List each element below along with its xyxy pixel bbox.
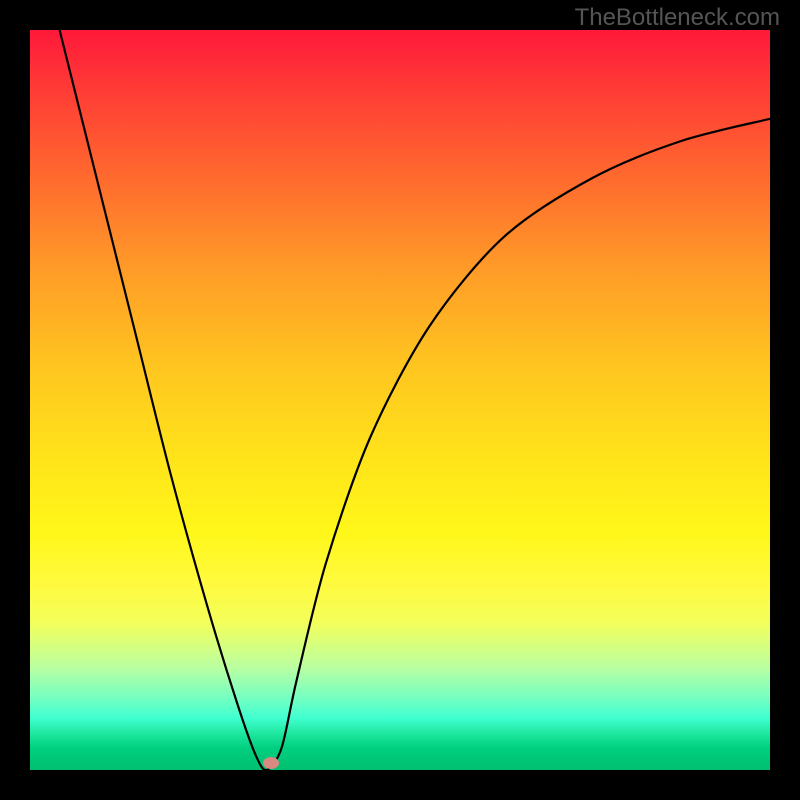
chart-marker-dot (263, 757, 279, 769)
chart-curve (30, 30, 770, 770)
watermark-text: TheBottleneck.com (575, 4, 780, 32)
